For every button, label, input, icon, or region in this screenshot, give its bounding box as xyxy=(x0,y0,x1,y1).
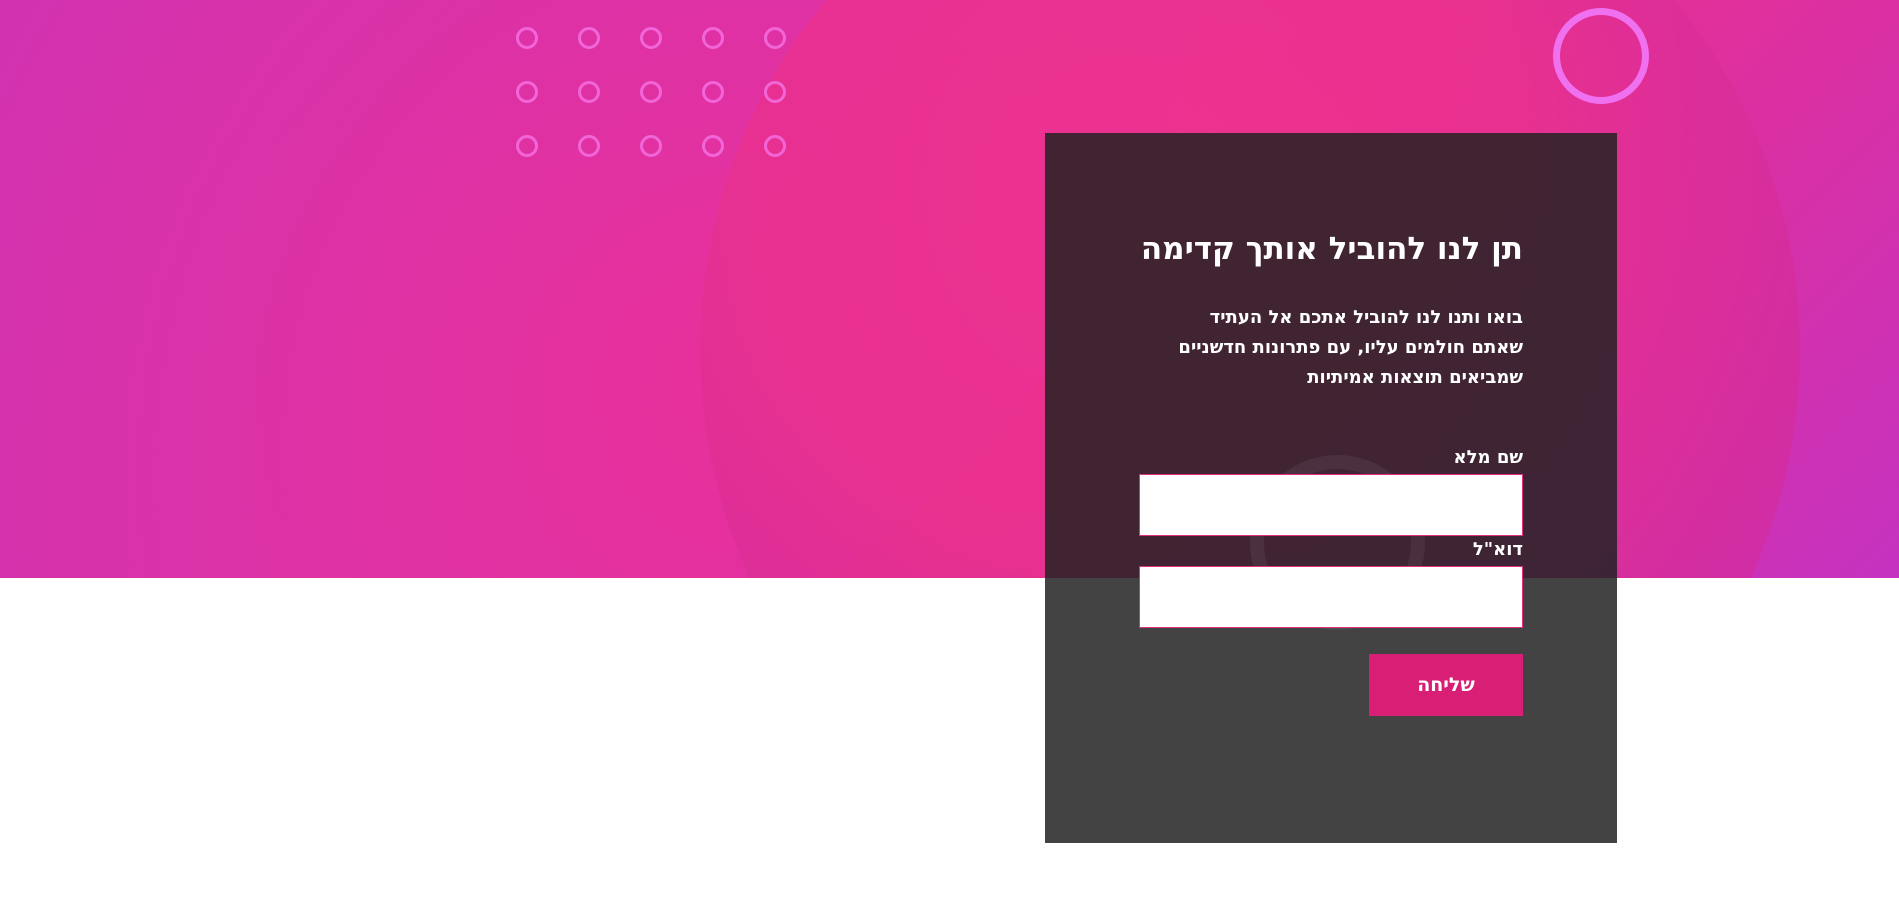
circle-dot-icon xyxy=(578,81,600,103)
full-name-input[interactable] xyxy=(1139,474,1523,536)
circle-dot-icon xyxy=(640,81,662,103)
circle-dot-icon xyxy=(640,135,662,157)
submit-button[interactable]: שליחה xyxy=(1369,654,1523,716)
circle-dot-icon xyxy=(702,81,724,103)
email-label: דוא"ל xyxy=(1472,539,1523,560)
circle-dot-icon xyxy=(578,27,600,49)
circle-dot-icon xyxy=(516,27,538,49)
circle-dot-icon xyxy=(640,27,662,49)
description-line: שמביאים תוצאות אמיתיות xyxy=(1307,367,1523,388)
circle-dot-icon xyxy=(516,81,538,103)
circle-dot-icon xyxy=(516,135,538,157)
form-title: תן לנו להוביל אותך קדימה xyxy=(1140,231,1523,267)
decorative-ring-icon xyxy=(1553,8,1649,104)
circle-dot-icon xyxy=(702,135,724,157)
full-name-label: שם מלא xyxy=(1453,447,1523,468)
circle-dot-icon xyxy=(702,27,724,49)
circle-dot-icon xyxy=(764,135,786,157)
description-line: שאתם חולמים עליו, עם פתרונות חדשניים xyxy=(1178,337,1523,358)
circle-dot-icon xyxy=(764,81,786,103)
contact-form-panel: תן לנו להוביל אותך קדימה בואו ותנו לנו ל… xyxy=(1045,133,1617,843)
email-input[interactable] xyxy=(1139,566,1523,628)
description-line: בואו ותנו לנו להוביל אתכם אל העתיד xyxy=(1209,307,1523,328)
circle-dot-icon xyxy=(764,27,786,49)
decorative-circle-grid xyxy=(516,27,796,167)
form-description: בואו ותנו לנו להוביל אתכם אל העתיד שאתם … xyxy=(1139,303,1523,393)
circle-dot-icon xyxy=(578,135,600,157)
